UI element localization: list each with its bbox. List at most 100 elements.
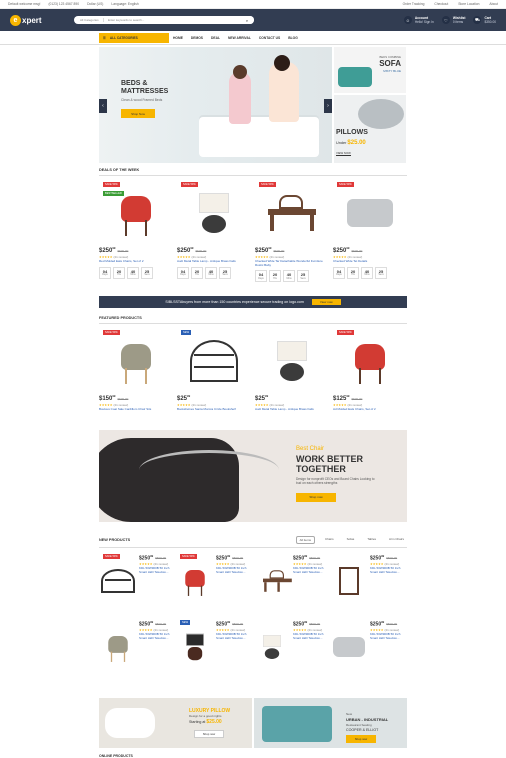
nav-demos[interactable]: DEMOS [191, 36, 203, 40]
price: $25099$500.00 [139, 620, 173, 628]
old-price: $500.00 [232, 556, 244, 561]
product-card[interactable]: SAVE 50% BESTSELLER $25099$500.00 ★★★★★(… [99, 182, 173, 282]
product-name[interactable]: Checked Wide Tet Details [333, 259, 407, 264]
hero-subtitle: Clean & wood Framed Beds [121, 98, 163, 102]
view-now-link[interactable]: VIEW NOW [336, 151, 351, 156]
prev-arrow-icon[interactable]: ‹ [99, 99, 107, 113]
promo-title: WORK BETTER TOGETHER [296, 453, 363, 474]
product-name[interactable]: Bookshelves Santa Monica Circle Bookshel… [177, 408, 251, 412]
cd-mins-label: Mins [208, 273, 214, 276]
pillows-banner[interactable]: PILLOWS Under $25.00 VIEW NOW [334, 95, 406, 163]
tab-chairs[interactable]: Chairs [322, 536, 337, 544]
product-name[interactable]: KDL 50W900B 50 Inch Smart LED Televisio.… [216, 567, 250, 574]
vanity-desk-image [261, 569, 292, 592]
nav-home[interactable]: HOME [173, 36, 183, 40]
cart-menu[interactable]: ⛟ Cart $350.00 [473, 16, 496, 24]
product-name[interactable]: KDL 50W900B 50 Inch Smart LED Televisio.… [139, 567, 173, 574]
product-card[interactable]: $2599 ★★★★★(21 review) Audi Metal Table … [255, 330, 329, 412]
list-item[interactable]: $25099$500.00 ★★★★★(21 review) KDL 50W900B… [253, 620, 330, 674]
product-name[interactable]: KDL 50W900B 50 Inch Smart LED Televisio.… [370, 567, 404, 574]
product-name[interactable]: Boulous Coat Sale Cardillom Chair Sits [99, 408, 173, 412]
product-name[interactable]: KDL 50W900B 50 Inch Smart LED Televisio.… [216, 633, 250, 640]
cd-days-label: Days [180, 273, 186, 276]
product-card[interactable]: SAVE 50% $25099$500.00 ★★★★★(21 review) … [255, 182, 329, 283]
product-name[interactable]: KDL 50W900B 50 Inch Smart LED Televisio.… [370, 633, 404, 640]
nav-contact[interactable]: CONTACT US [259, 36, 280, 40]
about-link[interactable]: About [489, 2, 498, 6]
list-item[interactable]: $25099$500.00 ★★★★★(21 review) KDL 50W900B… [330, 554, 407, 608]
urban-shop-button[interactable]: Shop now [346, 734, 376, 743]
sale-badge: SAVE 50% [181, 182, 198, 187]
wishlist-menu[interactable]: ♡ Wishlist 0 items [441, 16, 465, 24]
product-name[interactable]: Ad Molded Eats Chairs, Set of 2 [333, 408, 407, 412]
sofa-banner[interactable]: BEDS COMBINE SOFA MISTY BLUE [334, 47, 406, 93]
nav-new-arrival[interactable]: NEW ARRIVAL [228, 36, 251, 40]
woman-image [269, 62, 299, 122]
promo-pre: Best Chair [296, 445, 325, 452]
tab-all-items[interactable]: All items [295, 535, 315, 544]
hero-title: BEDS & MATTRESSES [121, 80, 169, 95]
urban-industrial-banner[interactable]: New URBAN - INDUSTRIAL Restaurant Seatin… [254, 697, 407, 748]
product-card[interactable]: NEW $2599 ★★★★★(21 review) Bookshelves S… [177, 330, 251, 412]
product-name[interactable]: KDL 50W900B 50 Inch Smart LED Televisio.… [293, 633, 327, 640]
old-price: $500.00 [117, 249, 129, 253]
logo[interactable]: e xpert [10, 13, 48, 27]
list-item[interactable]: NEW $25099$500.00 ★★★★★(21 review) KDL 50W… [176, 619, 253, 674]
product-name[interactable]: KDL 50W900B 50 Inch Smart LED Televisio.… [293, 567, 327, 574]
account-menu[interactable]: ☺ Account Hello! Sign In [403, 16, 434, 24]
list-item[interactable]: SAVE 50% $25099$500.00 ★★★★★(21 review) KD… [99, 553, 176, 608]
product-name[interactable]: Audi Metal Table Lamp - Antique Brass Fa… [177, 259, 251, 264]
product-name[interactable]: KDL 50W900B 50 Inch Smart LED Televisio.… [139, 633, 173, 640]
price-main: $250 [139, 621, 151, 628]
list-item[interactable]: $25099$500.00 ★★★★★(21 review) KDL 50W900B… [99, 620, 176, 674]
price: $25099$500.00 [293, 620, 327, 628]
cd-secs-label: Secs [222, 273, 228, 276]
red-chair-image [117, 190, 155, 236]
view-now-button[interactable]: View now [311, 299, 341, 306]
price-main: $150 [99, 396, 113, 403]
search-category-select[interactable]: All Categories [74, 18, 104, 22]
price-cents: 99 [112, 246, 116, 250]
product-card[interactable]: SAVE 50% $25099$500.00 ★★★★★(21 review) … [177, 182, 251, 282]
price-cents: 99 [150, 553, 154, 558]
new-products-header: NEW PRODUCTS All items Chairs Sofas Tabl… [99, 535, 407, 548]
pillow-shop-button[interactable]: Shop now [194, 729, 224, 738]
order-tracking-link[interactable]: Order Tracking [403, 2, 425, 6]
product-name[interactable]: Checked Wide Tar Detachable Wonderful Fu… [255, 259, 329, 267]
language-select[interactable]: Language: English [111, 2, 138, 6]
cart-icon: ⛟ [473, 16, 482, 24]
hero-shop-button[interactable]: Shop Now [121, 109, 155, 118]
sale-badge: SAVE 50% [259, 182, 276, 187]
list-item[interactable]: SAVE 50% $25099$500.00 ★★★★★(21 review) KD… [176, 553, 253, 608]
price-cents: 99 [112, 394, 116, 399]
price: $25099$500.00 [370, 620, 404, 628]
currency-select[interactable]: Dollar (US) [87, 2, 103, 6]
product-card[interactable]: SAVE 50% $12599$500.00 ★★★★★(21 review) … [333, 330, 407, 412]
featured-grid: SAVE 50% $15099$500.00 ★★★★★(21 review) … [99, 330, 407, 412]
checkout-link[interactable]: Checkout [434, 2, 448, 6]
tab-tables[interactable]: Tables [364, 536, 379, 544]
all-categories-button[interactable]: ☰ ALL CATEGORIES [99, 32, 169, 43]
nav-blog[interactable]: BLOG [288, 36, 298, 40]
store-location-link[interactable]: Store Location [458, 2, 479, 6]
sofa-image [338, 67, 372, 87]
tab-sofas[interactable]: Sofas [344, 536, 358, 544]
product-name[interactable]: Red Molded Eats Chairs, Set of 2 [99, 259, 173, 264]
list-item[interactable]: $25099$500.00 ★★★★★(21 review) KDL 50W900B… [330, 620, 407, 674]
product-card[interactable]: SAVE 50% $15099$500.00 ★★★★★(21 review) … [99, 330, 173, 412]
price: $2599 [177, 394, 251, 402]
search-input[interactable]: Enter keywords to search... [104, 18, 254, 22]
luxury-pillow-banner[interactable]: LUXURY PILLOW Design for a good nights S… [99, 697, 252, 748]
old-price: $500.00 [117, 397, 129, 402]
nav-deal[interactable]: DEAL [211, 36, 220, 40]
next-arrow-icon[interactable]: › [324, 99, 332, 113]
list-item[interactable]: $25099$500.00 ★★★★★(21 review) KDL 50W900B… [253, 554, 330, 608]
table-lamp-image [199, 193, 229, 233]
product-name[interactable]: Audi Metal Table Lamp - Antique Brass Fa… [255, 408, 329, 412]
product-card[interactable]: SAVE 50% $25099$500.00 ★★★★★(21 review) … [333, 182, 407, 282]
hero-slider[interactable]: BEDS & MATTRESSES Clean & wood Framed Be… [99, 47, 332, 163]
promo-shop-button[interactable]: Shop now [296, 492, 336, 502]
search-icon[interactable]: ⌕ [240, 16, 254, 24]
promo-banner[interactable]: Best Chair WORK BETTER TOGETHER Design f… [99, 429, 407, 522]
tab-arm-chairs[interactable]: Arm Chairs [386, 536, 407, 544]
